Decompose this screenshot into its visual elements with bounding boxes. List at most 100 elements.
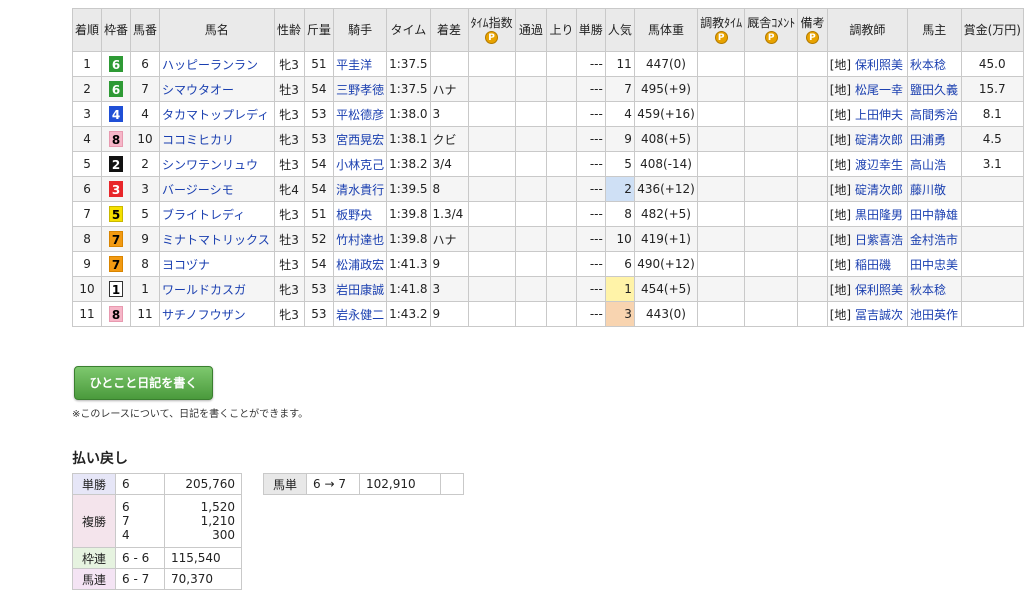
horse-name-link[interactable]: ワールドカスガ xyxy=(162,283,246,297)
race-results-table: 着順 枠番 馬番 馬名 性齢 斤量 騎手 タイム 着差 ﾀｲﾑ指数 P 通過 上… xyxy=(71,8,1024,327)
time-index-cell xyxy=(467,151,516,177)
horse-name-link[interactable]: シマウタオー xyxy=(162,83,234,97)
owner-link[interactable]: 田中忠美 xyxy=(910,258,958,272)
horse-no-cell: 11 xyxy=(130,301,161,327)
frame-badge: 8 xyxy=(109,306,124,322)
odds-cell: --- xyxy=(575,51,606,77)
premium-p-icon[interactable]: P xyxy=(805,30,819,44)
jockey-cell: 岩田康誠 xyxy=(333,276,388,302)
trainer-link[interactable]: 稲田磯 xyxy=(855,258,891,272)
premium-p-icon[interactable]: P xyxy=(764,30,778,44)
remarks-cell xyxy=(797,51,828,77)
trainer-link[interactable]: 松尾一幸 xyxy=(855,83,903,97)
write-diary-button[interactable]: ひとこと日記を書く xyxy=(74,366,213,400)
horse-no-cell: 4 xyxy=(130,101,161,127)
remarks-cell xyxy=(797,76,828,102)
training-time-cell xyxy=(697,301,746,327)
table-row: 2 6 7 シマウタオー 牡3 54 三野孝徳 1:37.5 ハナ --- 7 495(+9) [地] … xyxy=(71,76,1024,102)
horse-name-cell: シンワテンリュウ xyxy=(159,151,275,177)
trainer-link[interactable]: 黒田隆男 xyxy=(855,208,903,222)
table-header-row: 着順 枠番 馬番 馬名 性齢 斤量 騎手 タイム 着差 ﾀｲﾑ指数 P 通過 上… xyxy=(71,8,1024,52)
header-time: タイム xyxy=(386,8,431,52)
owner-link[interactable]: 田浦勇 xyxy=(910,133,946,147)
horse-name-link[interactable]: ココミヒカリ xyxy=(162,133,234,147)
weight-cell: 51 xyxy=(303,51,335,77)
body-weight-cell: 454(+5) xyxy=(633,276,699,302)
body-weight-cell: 482(+5) xyxy=(633,201,699,227)
jockey-link[interactable]: 板野央 xyxy=(336,208,372,222)
owner-link[interactable]: 藤川敬 xyxy=(910,183,946,197)
horse-no-cell: 8 xyxy=(130,251,161,277)
horse-name-link[interactable]: バージーシモ xyxy=(162,183,234,197)
jockey-cell: 竹村達也 xyxy=(333,226,388,252)
header-stable-comment: 厩舎ｺﾒﾝﾄ P xyxy=(744,8,799,52)
popularity-cell: 9 xyxy=(604,126,635,152)
popularity-cell: 5 xyxy=(604,151,635,177)
remarks-cell xyxy=(797,126,828,152)
stable-comment-cell xyxy=(744,251,799,277)
horse-name-link[interactable]: ブライトレディ xyxy=(162,208,245,222)
passing-cell xyxy=(514,276,548,302)
owner-link[interactable]: 秋本稔 xyxy=(910,283,946,297)
jockey-link[interactable]: 清水貴行 xyxy=(336,183,384,197)
last3f-cell xyxy=(546,251,577,277)
horse-name-link[interactable]: サチノフウザン xyxy=(162,308,246,322)
prize-cell xyxy=(960,201,1024,227)
owner-link[interactable]: 高間秀治 xyxy=(910,108,958,122)
jockey-link[interactable]: 小林克己 xyxy=(336,158,384,172)
jockey-link[interactable]: 竹村達也 xyxy=(336,233,384,247)
trainer-link[interactable]: 日紫喜浩 xyxy=(855,233,903,247)
trainer-link[interactable]: 上田伸夫 xyxy=(855,108,903,122)
popularity-cell: 3 xyxy=(604,301,635,327)
jockey-cell: 板野央 xyxy=(333,201,388,227)
trainer-link[interactable]: 碇清次郎 xyxy=(855,133,903,147)
time-index-cell xyxy=(467,276,516,302)
jockey-link[interactable]: 平松德彦 xyxy=(336,108,384,122)
trainer-link[interactable]: 冨吉誠次 xyxy=(855,308,903,322)
trainer-link[interactable]: 保利照美 xyxy=(855,58,903,72)
jockey-link[interactable]: 宮西晃宏 xyxy=(336,133,384,147)
frame-badge: 1 xyxy=(109,281,124,297)
payout-amount: 70,370 xyxy=(164,568,242,590)
trainer-link[interactable]: 保利照美 xyxy=(855,283,903,297)
owner-link[interactable]: 田中静雄 xyxy=(910,208,958,222)
owner-link[interactable]: 鹽田久義 xyxy=(910,83,958,97)
header-training-time: 調教ﾀｲﾑ P xyxy=(697,8,746,52)
premium-p-icon[interactable]: P xyxy=(714,30,728,44)
owner-link[interactable]: 秋本稔 xyxy=(910,58,946,72)
owner-link[interactable]: 高山浩 xyxy=(910,158,946,172)
jockey-link[interactable]: 岩田康誠 xyxy=(336,283,384,297)
remarks-cell xyxy=(797,276,828,302)
jockey-link[interactable]: 松浦政宏 xyxy=(336,258,384,272)
remarks-cell xyxy=(797,226,828,252)
last3f-cell xyxy=(546,51,577,77)
owner-link[interactable]: 池田英作 xyxy=(910,308,958,322)
payout-label-wakuren: 枠連 xyxy=(72,547,116,569)
weight-cell: 54 xyxy=(303,76,335,102)
jockey-link[interactable]: 岩永健二 xyxy=(336,308,384,322)
frame-badge: 7 xyxy=(109,256,124,272)
prize-cell: 4.5 xyxy=(960,126,1024,152)
header-rank: 着順 xyxy=(71,8,103,52)
passing-cell xyxy=(514,251,548,277)
trainer-cell: [地] 上田伸夫 xyxy=(826,101,908,127)
prize-cell xyxy=(960,251,1024,277)
jockey-link[interactable]: 平圭洋 xyxy=(336,58,372,72)
horse-name-link[interactable]: ハッピーランラン xyxy=(162,58,258,72)
payout-num: 6 7 4 xyxy=(115,494,165,548)
jockey-link[interactable]: 三野孝徳 xyxy=(336,83,384,97)
remarks-cell xyxy=(797,201,828,227)
body-weight-cell: 490(+12) xyxy=(633,251,699,277)
body-weight-cell: 443(0) xyxy=(633,301,699,327)
header-jockey: 騎手 xyxy=(333,8,388,52)
frame-cell: 8 xyxy=(101,301,132,327)
horse-name-link[interactable]: タカマトップレディ xyxy=(162,108,269,122)
horse-name-link[interactable]: シンワテンリュウ xyxy=(162,158,258,172)
horse-name-link[interactable]: ミナトマトリックス xyxy=(162,233,270,247)
trainer-region: [地] xyxy=(829,132,852,147)
trainer-link[interactable]: 渡辺幸生 xyxy=(855,158,903,172)
premium-p-icon[interactable]: P xyxy=(485,30,499,44)
trainer-link[interactable]: 碇清次郎 xyxy=(855,183,903,197)
owner-link[interactable]: 金村浩市 xyxy=(910,233,958,247)
horse-name-link[interactable]: ヨコヅナ xyxy=(162,258,210,272)
